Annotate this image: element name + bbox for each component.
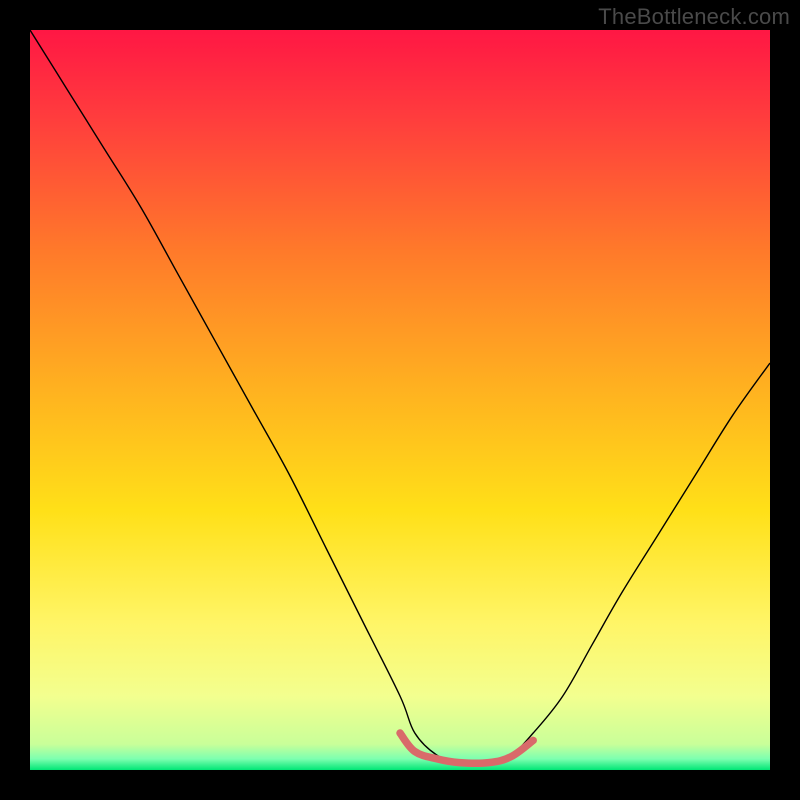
chart-svg xyxy=(30,30,770,770)
chart-container: TheBottleneck.com xyxy=(0,0,800,800)
plot-area xyxy=(30,30,770,770)
watermark-text: TheBottleneck.com xyxy=(598,4,790,30)
gradient-background xyxy=(30,30,770,770)
